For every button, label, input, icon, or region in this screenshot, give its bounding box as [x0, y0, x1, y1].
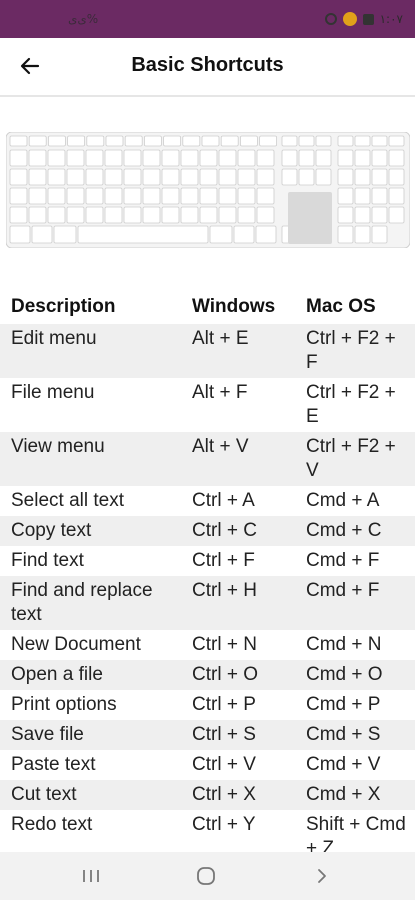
- table-row: Find text Ctrl + F Cmd + F: [0, 546, 415, 576]
- cell-windows: Ctrl + X: [192, 784, 256, 805]
- home-icon[interactable]: [196, 866, 216, 886]
- cell-macos: Shift + Cmd + Z: [306, 814, 406, 852]
- cell-description: Edit menu: [11, 328, 97, 349]
- cell-description: File menu: [11, 382, 95, 403]
- table-row: Print options Ctrl + P Cmd + P: [0, 690, 415, 720]
- cell-macos: Ctrl + F2 + E: [306, 382, 396, 427]
- status-bar: ﻯﻯ% ١:٠٧: [0, 0, 415, 38]
- cell-macos: Cmd + V: [306, 754, 381, 775]
- recent-apps-icon[interactable]: [80, 868, 102, 884]
- page-title: Basic Shortcuts: [131, 54, 284, 76]
- cell-macos: Cmd + A: [306, 490, 380, 511]
- table-header-row: Description Windows Mac OS: [0, 290, 415, 324]
- header-macos: Mac OS: [306, 296, 376, 317]
- cell-description: Cut text: [11, 784, 77, 805]
- table-row: Edit menu Alt + E Ctrl + F2 + F: [0, 324, 415, 378]
- cell-windows: Ctrl + S: [192, 724, 256, 745]
- table-row: Paste text Ctrl + V Cmd + V: [0, 750, 415, 780]
- cell-macos: Cmd + C: [306, 520, 382, 541]
- app-bar: Basic Shortcuts: [0, 38, 415, 96]
- status-icons: ١:٠٧: [324, 12, 403, 26]
- cell-windows: Ctrl + P: [192, 694, 256, 715]
- header-windows: Windows: [192, 296, 276, 317]
- cell-macos: Cmd + O: [306, 664, 383, 685]
- cell-macos: Cmd + F: [306, 580, 380, 601]
- cell-description: Copy text: [11, 520, 92, 541]
- notification-badge-icon: [342, 12, 357, 26]
- table-row: Open a file Ctrl + O Cmd + O: [0, 660, 415, 690]
- cell-windows: Alt + V: [192, 436, 249, 457]
- cell-macos: Cmd + P: [306, 694, 381, 715]
- system-nav-bar: [0, 852, 415, 900]
- cell-description: New Document: [11, 634, 141, 655]
- cell-windows: Ctrl + H: [192, 580, 257, 601]
- cell-windows: Ctrl + A: [192, 490, 255, 511]
- cell-windows: Ctrl + N: [192, 634, 257, 655]
- cell-windows: Alt + E: [192, 328, 249, 349]
- cell-macos: Cmd + N: [306, 634, 382, 655]
- table-row: File menu Alt + F Ctrl + F2 + E: [0, 378, 415, 432]
- cell-macos: Ctrl + F2 + V: [306, 436, 396, 481]
- cell-description: Save file: [11, 724, 84, 745]
- keyboard-illustration: [6, 132, 410, 248]
- cell-windows: Ctrl + F: [192, 550, 255, 571]
- shortcuts-table: Description Windows Mac OS Edit menu Alt …: [0, 290, 415, 852]
- cell-windows: Ctrl + C: [192, 520, 257, 541]
- cell-description: Redo text: [11, 814, 93, 835]
- table-row: Select all text Ctrl + A Cmd + A: [0, 486, 415, 516]
- table-row: Save file Ctrl + S Cmd + S: [0, 720, 415, 750]
- header-divider: [0, 95, 415, 97]
- shortcuts-table-container[interactable]: Description Windows Mac OS Edit menu Alt …: [0, 290, 415, 852]
- table-row: New Document Ctrl + N Cmd + N: [0, 630, 415, 660]
- status-notifications: ﻯﻯ%: [68, 12, 99, 26]
- cell-description: View menu: [11, 436, 105, 457]
- cell-macos: Ctrl + F2 + F: [306, 328, 396, 373]
- cell-description: Find and replace text: [11, 580, 153, 625]
- cell-description: Select all text: [11, 490, 124, 511]
- cell-macos: Cmd + S: [306, 724, 381, 745]
- status-time: ١:٠٧: [379, 12, 403, 26]
- table-row: View menu Alt + V Ctrl + F2 + V: [0, 432, 415, 486]
- table-row: Find and replace text Ctrl + H Cmd + F: [0, 576, 415, 630]
- cell-windows: Ctrl + Y: [192, 814, 256, 835]
- cell-macos: Cmd + X: [306, 784, 381, 805]
- header-description: Description: [11, 296, 116, 317]
- cell-macos: Cmd + F: [306, 550, 380, 571]
- table-row: Redo text Ctrl + Y Shift + Cmd + Z: [0, 810, 415, 852]
- cell-windows: Ctrl + O: [192, 664, 258, 685]
- cell-description: Paste text: [11, 754, 96, 775]
- battery-icon: [362, 13, 374, 25]
- table-row: Copy text Ctrl + C Cmd + C: [0, 516, 415, 546]
- cell-description: Print options: [11, 694, 117, 715]
- cell-description: Find text: [11, 550, 84, 571]
- chevron-right-icon[interactable]: [312, 866, 332, 886]
- cell-windows: Alt + F: [192, 382, 248, 403]
- cell-description: Open a file: [11, 664, 103, 685]
- table-row: Cut text Ctrl + X Cmd + X: [0, 780, 415, 810]
- cell-windows: Ctrl + V: [192, 754, 256, 775]
- sync-icon: [324, 13, 337, 25]
